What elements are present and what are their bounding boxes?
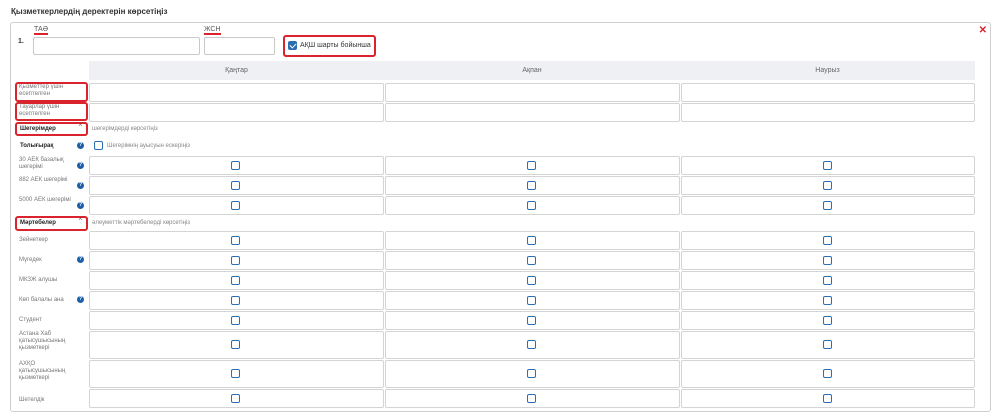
full-label: Толығырақ <box>20 143 54 149</box>
disabled-march-checkbox[interactable] <box>823 256 832 265</box>
foreigner-february-checkbox[interactable] <box>527 394 536 403</box>
page-title: Қызметкерлердің деректерін көрсетіңіз <box>11 7 168 16</box>
large-family-mother-january-checkbox[interactable] <box>231 296 240 305</box>
consider-deduction-checkbox[interactable] <box>94 141 103 150</box>
deduction-30-january-checkbox[interactable] <box>231 161 240 170</box>
services-february-input[interactable] <box>385 83 680 102</box>
student-february-checkbox[interactable] <box>527 316 536 325</box>
aifc-january-checkbox[interactable] <box>231 369 240 378</box>
akch-checkbox[interactable] <box>288 41 297 50</box>
statuses-hint: әлеуметтік мәртебелерді көрсетіңіз <box>92 220 191 226</box>
consider-deduction-label: Шегерімнің ауысуын ескеріңіз <box>107 143 190 149</box>
help-icon[interactable]: ? <box>77 142 84 149</box>
deduction-5000-march-checkbox[interactable] <box>823 201 832 210</box>
fio-input[interactable] <box>33 37 200 55</box>
row-label-student: Студент <box>19 317 42 323</box>
deduction-882-march-checkbox[interactable] <box>823 181 832 190</box>
row-label-mkzzh: МКЗЖ алушы <box>19 277 58 283</box>
deduction-882-january-checkbox[interactable] <box>231 181 240 190</box>
chevron-up-icon: ^ <box>79 218 82 224</box>
aifc-february-checkbox[interactable] <box>527 369 536 378</box>
chevron-up-icon: ^ <box>79 124 82 130</box>
row-label-large-family-mother: Көп балалы ана <box>19 297 64 303</box>
disabled-february-checkbox[interactable] <box>527 256 536 265</box>
mkzzh-march-checkbox[interactable] <box>823 276 832 285</box>
aifc-march-checkbox[interactable] <box>823 369 832 378</box>
row-label-foreigner: Шетелдік <box>19 397 45 403</box>
help-icon[interactable]: ? <box>77 256 84 263</box>
row-label-pensioner: Зейнеткер <box>19 237 48 243</box>
foreigner-march-checkbox[interactable] <box>823 394 832 403</box>
row-label-goods: Тауарлар үшін есептелген <box>19 104 60 117</box>
employee-index: 1. <box>18 38 24 45</box>
deduction-882-february-checkbox[interactable] <box>527 181 536 190</box>
column-header-january: Қаңтар <box>89 61 384 80</box>
mkzzh-february-checkbox[interactable] <box>527 276 536 285</box>
deductions-hint: шегерімдерді көрсетіңіз <box>92 126 158 132</box>
row-label-disabled: Мүгедек <box>19 257 42 263</box>
goods-march-input[interactable] <box>681 103 975 122</box>
row-label-astana-hub: Астана Хаб қатысушысының қызметкері <box>19 331 66 351</box>
mkzzh-january-checkbox[interactable] <box>231 276 240 285</box>
deduction-30-march-checkbox[interactable] <box>823 161 832 170</box>
goods-february-input[interactable] <box>385 103 680 122</box>
astana-hub-march-checkbox[interactable] <box>823 340 832 349</box>
astana-hub-february-checkbox[interactable] <box>527 340 536 349</box>
employee-card: ✕ 1. ТАӘ ЖСН АҚШ шарты бойынша Қаңтар Ақ… <box>10 22 991 412</box>
student-march-checkbox[interactable] <box>823 316 832 325</box>
fio-label: ТАӘ <box>34 26 48 35</box>
deduction-30-february-checkbox[interactable] <box>527 161 536 170</box>
column-header-february: Ақпан <box>384 61 680 80</box>
pensioner-february-checkbox[interactable] <box>527 236 536 245</box>
goods-january-input[interactable] <box>89 103 384 122</box>
deductions-toggle-label: Шегерімдер <box>20 126 56 132</box>
row-label-services: Қызметтер үшін есептелген <box>19 84 64 97</box>
foreigner-january-checkbox[interactable] <box>231 394 240 403</box>
row-label-deduction-882: 882 АЕК шегерімі <box>19 177 68 183</box>
deduction-5000-february-checkbox[interactable] <box>527 201 536 210</box>
disabled-january-checkbox[interactable] <box>231 256 240 265</box>
help-icon[interactable]: ? <box>77 202 84 209</box>
services-march-input[interactable] <box>681 83 975 102</box>
pensioner-march-checkbox[interactable] <box>823 236 832 245</box>
astana-hub-january-checkbox[interactable] <box>231 340 240 349</box>
large-family-mother-february-checkbox[interactable] <box>527 296 536 305</box>
akch-checkbox-label: АҚШ шарты бойынша <box>300 42 371 49</box>
close-icon[interactable]: ✕ <box>979 25 987 36</box>
student-january-checkbox[interactable] <box>231 316 240 325</box>
help-icon[interactable]: ? <box>77 182 84 189</box>
deduction-5000-january-checkbox[interactable] <box>231 201 240 210</box>
help-icon[interactable]: ? <box>77 296 84 303</box>
services-january-input[interactable] <box>89 83 384 102</box>
pensioner-january-checkbox[interactable] <box>231 236 240 245</box>
row-label-deduction-5000: 5000 АЕК шегерімі <box>19 197 71 203</box>
row-label-aifc: АХҚО қатысушысының қызметкері <box>19 361 66 381</box>
help-icon[interactable]: ? <box>77 162 84 169</box>
statuses-toggle-label: Мәртебелер <box>20 220 56 226</box>
row-label-deduction-30: 30 АЕК базалық шегерімі <box>19 157 64 170</box>
column-header-march: Наурыз <box>680 61 975 80</box>
large-family-mother-march-checkbox[interactable] <box>823 296 832 305</box>
iin-input[interactable] <box>204 37 275 55</box>
iin-label: ЖСН <box>204 26 221 35</box>
